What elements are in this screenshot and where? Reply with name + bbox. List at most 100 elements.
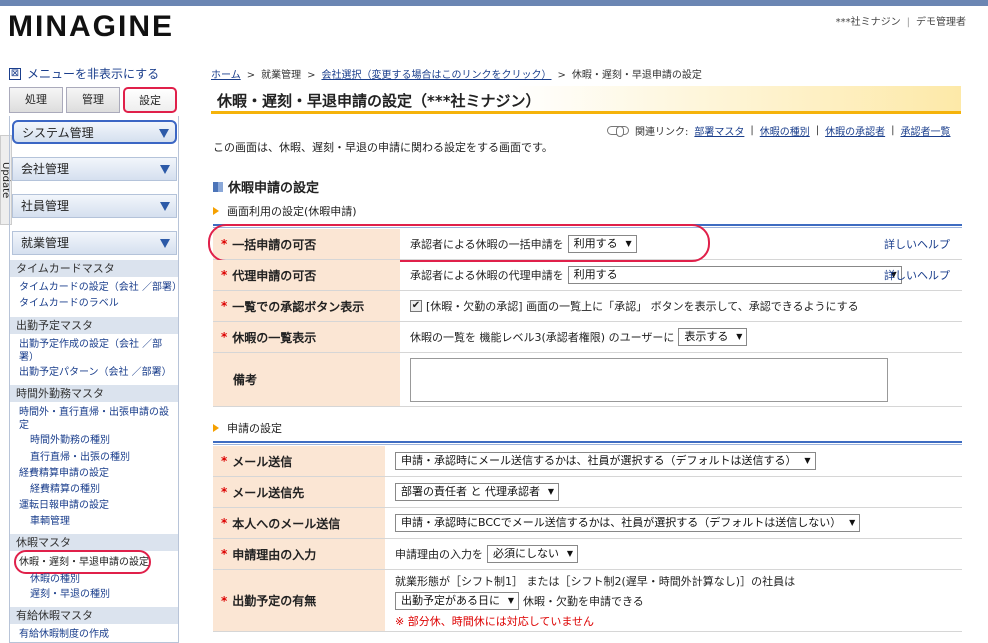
setting-row-approve-button: * 一覧での承認ボタン表示 ✔ [休暇・欠勤の承認] 画面の一覧上に「承認」 ボタ…	[213, 291, 962, 322]
value-line: 出勤予定がある日に 休暇・欠勤を申請できる	[395, 591, 644, 610]
setting-value: ✔ [休暇・欠勤の承認] 画面の一覧上に「承認」 ボタンを表示して、承認できるよ…	[410, 291, 962, 321]
label-text: 休暇の一覧表示	[232, 330, 317, 345]
value-line: 就業形態が［シフト制1］ または［シフト制2(遅早・時間外計算なし)］の社員は	[395, 574, 796, 588]
chevron-down-icon	[160, 239, 170, 248]
proxy-request-select[interactable]: 利用する	[567, 266, 902, 284]
related-link-department[interactable]: 部署マスタ	[694, 123, 744, 138]
tab-manage[interactable]: 管理	[66, 87, 120, 113]
sidebar-link-timecard-labels[interactable]: タイムカードのラベル	[19, 297, 119, 310]
related-link-approver-list[interactable]: 承認者一覧	[901, 123, 951, 138]
sidebar-link-schedule-create[interactable]: 出勤予定作成の設定（会社 ／部 署）	[19, 338, 162, 364]
sidebar-link-expense-types[interactable]: 経費精算の種別	[30, 483, 100, 496]
sidebar-group-label: 会社管理	[21, 162, 70, 176]
breadcrumb-separator: >	[307, 70, 316, 81]
reason-input-select[interactable]: 必須にしない	[487, 545, 578, 563]
tab-settings[interactable]: 設定	[123, 87, 177, 113]
related-link-leave-approver[interactable]: 休暇の承認者	[825, 123, 885, 138]
label-text: 本人へのメール送信	[232, 516, 341, 531]
required-mark: *	[221, 485, 228, 499]
arrow-right-icon	[213, 424, 219, 432]
help-link[interactable]: 詳しいヘルプ	[884, 236, 950, 252]
sidebar-link-overtime-types[interactable]: 時間外勤務の種別	[30, 434, 110, 447]
setting-label: * メール送信	[213, 446, 385, 476]
label-text: 備考	[233, 373, 258, 387]
intro-text: この画面は、休暇、遅刻・早退の申請に関わる設定をする画面です。	[213, 141, 553, 154]
warning-text: ※ 部分休、時間休には対応していません	[395, 614, 595, 628]
highlight-oval	[208, 224, 710, 262]
checkbox-label: [休暇・欠勤の承認] 画面の一覧上に「承認」 ボタンを表示して、承認できるように…	[426, 300, 859, 313]
sidebar-link-leave-types[interactable]: 休暇の種別	[30, 573, 80, 586]
page-title-bar: 休暇・遅刻・早退申請の設定（***社ミナジン）	[211, 86, 961, 114]
label-text: 出勤予定の有無	[232, 594, 317, 608]
section-square-icon	[213, 181, 223, 192]
separator: |	[815, 125, 820, 136]
sidebar-link-late-early-types[interactable]: 遅刻・早退の種別	[30, 588, 110, 601]
required-mark: *	[221, 593, 228, 608]
breadcrumb-home[interactable]: ホーム	[211, 70, 241, 81]
sidebar-group-company[interactable]: 会社管理	[12, 157, 177, 181]
value-prefix: 休暇の一覧を 機能レベル3(承認者権限) のユーザーに	[410, 331, 675, 344]
label-text: メール送信	[232, 454, 293, 469]
top-strip	[0, 0, 988, 6]
breadcrumb-company-select[interactable]: 会社選択（変更する場合はこのリンクをクリック）	[321, 70, 551, 81]
company-name: ***社ミナジン	[835, 17, 901, 28]
required-mark: *	[221, 454, 228, 468]
sidebar-group-system[interactable]: システム管理	[12, 120, 177, 144]
section-title: 休暇申請の設定	[213, 177, 319, 196]
setting-value: 申請理由の入力を 必須にしない	[395, 539, 962, 569]
self-mail-select[interactable]: 申請・承認時にBCCでメール送信するかは、社員が選択する（デフォルトは送信しない…	[395, 514, 861, 532]
subhead-text: 画面利用の設定(休暇申請)	[227, 205, 357, 218]
subhead-request-settings: 申請の設定	[213, 420, 282, 436]
mail-recipient-select[interactable]: 部署の責任者 と 代理承認者	[395, 483, 559, 501]
sidebar-link-overtime-request[interactable]: 時間外・直行直帰・出張申請の設定	[19, 406, 169, 432]
related-links: 関連リンク: 部署マスタ | 休暇の種別 | 休暇の承認者 | 承認者一覧	[607, 123, 951, 138]
approve-button-checkbox[interactable]: ✔	[410, 300, 422, 312]
sidebar-subgroup-schedule: 出勤予定マスタ	[10, 317, 178, 334]
sidebar-group-label: システム管理	[22, 126, 94, 140]
setting-value: 承認者による休暇の代理申請を 利用する	[410, 260, 962, 290]
setting-label: 備考	[213, 353, 400, 406]
attendance-schedule-select[interactable]: 出勤予定がある日に	[395, 591, 519, 610]
sidebar-link-daily-report[interactable]: 運転日報申請の設定	[19, 499, 109, 512]
tab-process[interactable]: 処理	[9, 87, 63, 113]
sidebar-link-schedule-pattern[interactable]: 出勤予定パターン（会社 ／部署）	[19, 366, 172, 379]
setting-value: 申請・承認時にBCCでメール送信するかは、社員が選択する（デフォルトは送信しない…	[395, 508, 962, 538]
breadcrumb-separator: >	[557, 70, 566, 81]
sidebar-group-work[interactable]: 就業管理	[12, 231, 177, 255]
setting-row-reason-input: * 申請理由の入力 申請理由の入力を 必須にしない	[213, 539, 962, 570]
setting-value: 休暇の一覧を 機能レベル3(承認者権限) のユーザーに 表示する	[410, 322, 962, 352]
sidebar-subgroup-paid-leave: 有給休暇マスタ	[10, 607, 178, 624]
mail-send-select[interactable]: 申請・承認時にメール送信するかは、社員が選択する（デフォルトは送信する）	[395, 452, 816, 470]
setting-label: * 休暇の一覧表示	[213, 322, 400, 352]
setting-row-proxy-request: * 代理申請の可否 承認者による休暇の代理申請を 利用する 詳しいヘルプ	[213, 260, 962, 291]
sidebar-link-vehicle[interactable]: 車輌管理	[30, 515, 70, 528]
value-prefix: 申請理由の入力を	[395, 548, 483, 561]
sidebar-subgroup-overtime: 時間外勤務マスタ	[10, 385, 178, 402]
breadcrumb-work: 就業管理	[261, 70, 302, 81]
setting-row-self-mail: * 本人へのメール送信 申請・承認時にBCCでメール送信するかは、社員が選択する（…	[213, 508, 962, 539]
sidebar-group-employee[interactable]: 社員管理	[12, 194, 177, 218]
label-text: 申請理由の入力	[232, 547, 317, 562]
collapse-box-icon: ⊠	[9, 67, 21, 80]
required-mark: *	[221, 516, 228, 530]
setting-label: * 一覧での承認ボタン表示	[213, 291, 400, 321]
setting-row-mail-recipient: * メール送信先 部署の責任者 と 代理承認者	[213, 477, 962, 508]
related-link-leave-types[interactable]: 休暇の種別	[760, 123, 810, 138]
menu-toggle-label: メニューを非表示にする	[27, 67, 160, 81]
leave-list-select[interactable]: 表示する	[678, 328, 748, 346]
sidebar-link-direct-trip-types[interactable]: 直行直帰・出張の種別	[30, 451, 130, 464]
setting-row-leave-list: * 休暇の一覧表示 休暇の一覧を 機能レベル3(承認者権限) のユーザーに 表示す…	[213, 322, 962, 353]
remarks-textarea[interactable]	[410, 358, 888, 402]
user-area: ***社ミナジン | デモ管理者	[836, 13, 966, 28]
chevron-down-icon	[160, 165, 170, 174]
setting-label: * 申請理由の入力	[213, 539, 385, 569]
chevron-down-icon	[160, 202, 170, 211]
required-mark: *	[221, 330, 228, 344]
menu-toggle[interactable]: ⊠ メニューを非表示にする	[9, 65, 159, 82]
sidebar-group-label: 就業管理	[21, 236, 70, 250]
label-text: メール送信先	[232, 485, 305, 500]
sidebar-link-paid-leave-system[interactable]: 有給休暇制度の作成	[19, 628, 109, 641]
sidebar-link-timecard-settings[interactable]: タイムカードの設定（会社 ／部署）	[19, 281, 182, 294]
help-link[interactable]: 詳しいヘルプ	[884, 267, 950, 283]
sidebar-link-expense-request[interactable]: 経費精算申請の設定	[19, 467, 109, 480]
